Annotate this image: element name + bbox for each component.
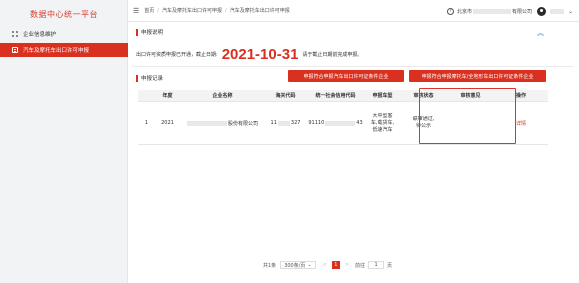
page-size-select[interactable]: 300条/页 ⌄ (280, 261, 316, 269)
prev-page-icon[interactable]: < (323, 262, 327, 268)
user-avatar-icon[interactable] (536, 6, 546, 16)
grid-icon (12, 31, 18, 37)
next-page-icon[interactable]: > (345, 262, 349, 268)
notice-text-before: 出口许可资质申报已开通，截止日期: (136, 52, 218, 58)
sidebar-item-export-license[interactable]: 汽车及摩托车出口许可申报 (0, 43, 128, 57)
column-header: 海关代码 (275, 93, 296, 99)
breadcrumb-item[interactable]: 汽车及摩托车出口许可申报 (162, 7, 222, 14)
menu-toggle-icon[interactable]: ☰ (133, 7, 139, 15)
redacted-text (472, 8, 511, 14)
row-company-name: 股份有限公司 (180, 120, 265, 127)
company-suffix: 有限公司 (511, 8, 532, 15)
row-year: 2021 (161, 120, 174, 126)
redacted-text (277, 120, 290, 126)
notice-section-header: 申报说明 (136, 28, 163, 36)
vehicle-type-line: 低速汽车 (372, 126, 393, 133)
section-title: 申报说明 (141, 30, 164, 36)
apply-motorcycle-license-button[interactable]: 申报符合申报摩托车/全地形车出口许可证条件企业 (409, 70, 546, 82)
credit-prefix: 91110 (308, 120, 325, 126)
row-customs-code: 11 327 (265, 120, 306, 126)
top-bar: ☰ 首页 / 汽车及摩托车出口许可申报 / 汽车及摩托车出口许可申报 ? 北京市… (128, 0, 579, 22)
column-header: 统一社会信用代码 (315, 93, 356, 99)
section-title: 申报记录 (141, 76, 164, 82)
user-area: ? 北京市 有限公司 ⌄ (446, 0, 573, 22)
collapse-icon[interactable]: ︽ (537, 28, 544, 38)
records-section-header: 申报记录 (136, 74, 163, 82)
column-header: 企业名称 (212, 93, 233, 99)
chevron-down-icon: ⌄ (307, 262, 312, 268)
chevron-down-icon[interactable]: ⌄ (568, 8, 573, 15)
section-marker (136, 74, 138, 82)
current-page-button[interactable]: 1 (331, 261, 340, 269)
vehicle-type-line: 大中型客 (372, 112, 393, 119)
apply-car-license-button[interactable]: 申报符合申报汽车出口许可证条件企业 (288, 70, 404, 82)
sidebar-item-enterprise-info[interactable]: 企业信息维护 (0, 27, 128, 41)
row-credit-code: 91110 43 (306, 120, 365, 126)
redacted-text (325, 120, 356, 126)
help-icon[interactable]: ? (446, 7, 454, 15)
sidebar-item-label: 汽车及摩托车出口许可申报 (23, 48, 90, 54)
page-unit: 页 (387, 262, 393, 269)
company-suffix: 股份有限公司 (227, 120, 258, 127)
sidebar: 数据中心统一平台 企业信息维护 汽车及摩托车出口许可申报 (0, 0, 128, 283)
breadcrumb-current: 汽车及摩托车出口许可申报 (229, 8, 290, 14)
section-marker (136, 28, 138, 36)
customs-prefix: 11 (270, 120, 277, 126)
platform-title: 数据中心统一平台 (30, 10, 98, 19)
deadline-date: 2021-10-31 (221, 46, 299, 63)
breadcrumb-separator: / (157, 7, 159, 14)
breadcrumb-separator: / (225, 7, 227, 14)
region-text: 北京市 (456, 8, 472, 15)
redacted-username (549, 8, 564, 14)
redacted-text (186, 120, 227, 126)
total-count: 共1条 (263, 262, 277, 269)
customs-suffix: 327 (290, 120, 301, 126)
credit-suffix: 43 (356, 120, 363, 126)
notice-text-after: 请于截止日期前完成申报。 (302, 52, 363, 58)
column-header: 申报车型 (372, 93, 393, 99)
goto-label: 前往 (355, 262, 366, 269)
row-index: 1 (144, 120, 149, 126)
sidebar-item-label: 企业信息维护 (23, 32, 57, 38)
breadcrumb-home[interactable]: 首页 (144, 7, 154, 14)
column-header: 年度 (162, 93, 173, 99)
row-vehicle-types: 大中型客 车,载货车, 低速汽车 (365, 113, 400, 134)
review-columns-highlight (419, 88, 516, 144)
pagination: 共1条 300条/页 ⌄ < 1 > 前往 1 页 (263, 261, 392, 269)
deadline-notice: 出口许可资质申报已开通，截止日期: 2021-10-31 请于截止日期前完成申报… (136, 46, 362, 63)
page-size-value: 300条/页 (284, 262, 306, 269)
goto-page-input[interactable]: 1 (368, 261, 385, 269)
divider (133, 66, 573, 67)
document-icon (12, 47, 18, 53)
vehicle-type-line: 车,载货车, (370, 119, 395, 126)
